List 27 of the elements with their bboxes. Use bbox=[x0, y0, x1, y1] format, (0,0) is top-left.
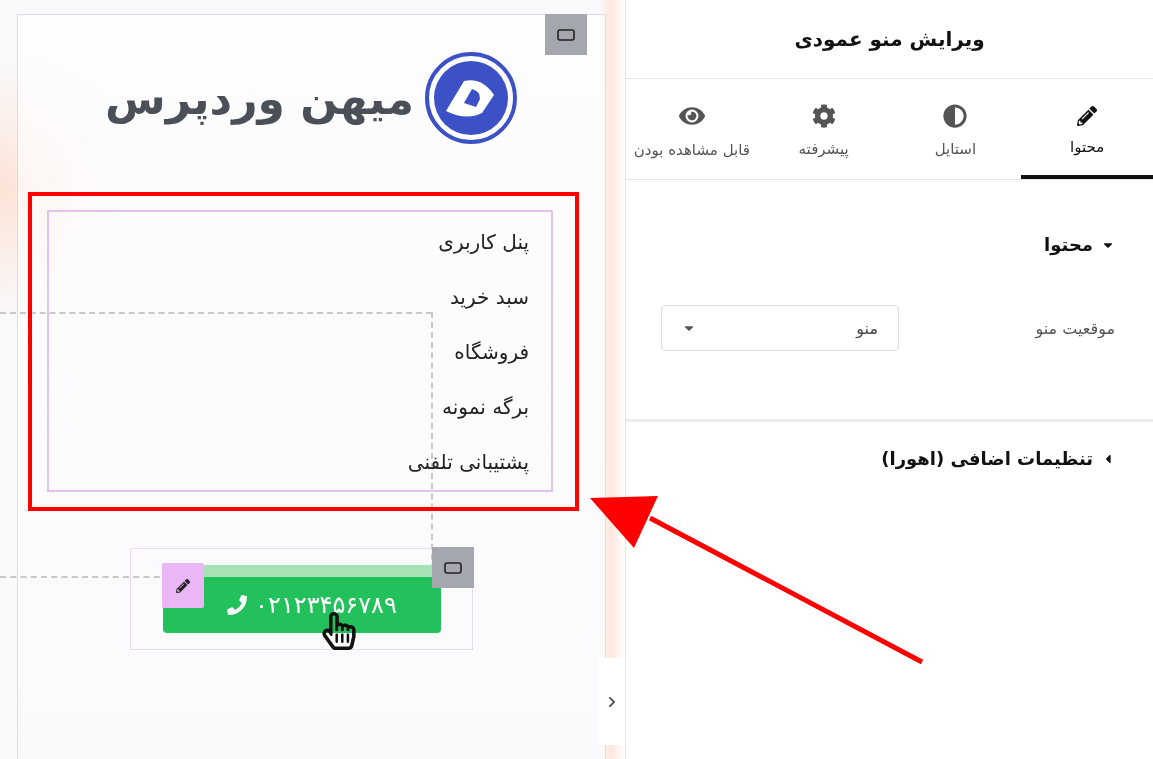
panel-tab[interactable]: استایل bbox=[889, 79, 1022, 179]
pencil-icon bbox=[1077, 105, 1098, 126]
logo-text: میهن وردپرس bbox=[105, 72, 414, 124]
menu-item[interactable]: پنل کاربری bbox=[438, 226, 529, 259]
hand-cursor-icon bbox=[320, 612, 358, 650]
section-header[interactable]: محتوا bbox=[664, 234, 1115, 255]
select-field[interactable]: منو bbox=[661, 305, 899, 351]
menu-item[interactable]: سبد خرید bbox=[449, 281, 529, 314]
logo-icon bbox=[424, 51, 518, 145]
edit-handle[interactable] bbox=[162, 563, 204, 608]
rectangle-icon bbox=[444, 561, 462, 574]
menu-item[interactable]: پشتیبانی تلفنی bbox=[407, 446, 529, 479]
widget-handle[interactable] bbox=[432, 547, 474, 588]
gear-icon bbox=[811, 103, 836, 128]
contrast-icon bbox=[943, 103, 968, 128]
field-label: موقعیت منو bbox=[1035, 318, 1115, 338]
widget-handle[interactable] bbox=[545, 14, 587, 55]
menu-item[interactable]: فروشگاه bbox=[454, 336, 529, 369]
phone-icon bbox=[227, 595, 248, 615]
panel-tab[interactable]: پیشرفته bbox=[757, 79, 890, 179]
panel-title: ویرایش منو عمودی bbox=[794, 27, 985, 51]
menu-item[interactable]: برگه نمونه bbox=[442, 391, 529, 424]
section-header[interactable]: تنظیمات اضافی (اهورا) bbox=[664, 448, 1115, 469]
pencil-icon bbox=[176, 578, 190, 593]
panel-tab[interactable]: محتوا bbox=[1021, 79, 1153, 179]
rectangle-icon bbox=[557, 28, 575, 41]
panel-tab[interactable]: قابل مشاهده بودن bbox=[626, 79, 758, 179]
